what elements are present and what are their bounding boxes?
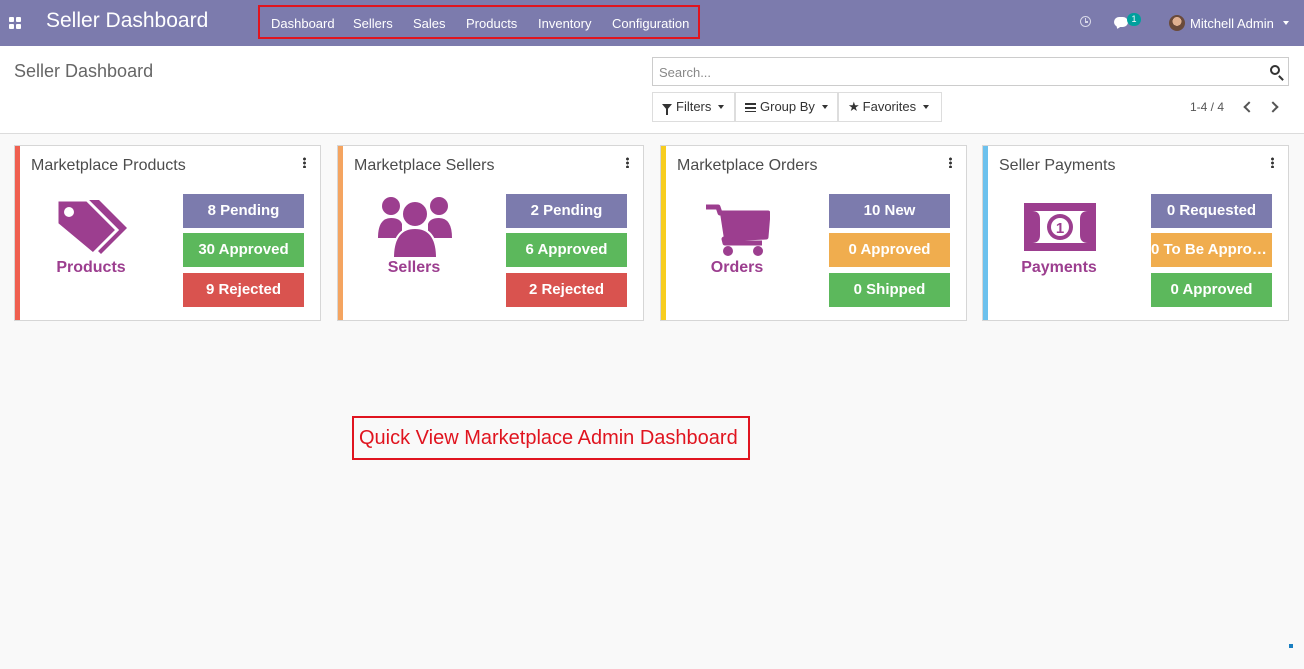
card-seller-payments: Seller Payments 1 Payments 0 Requested 0… xyxy=(982,145,1289,321)
avatar[interactable] xyxy=(1169,15,1185,31)
svg-text:1: 1 xyxy=(1056,220,1064,237)
stat-orders-approved[interactable]: 0 Approved xyxy=(829,233,950,267)
card-title: Marketplace Products xyxy=(31,157,186,174)
caret-down-icon xyxy=(923,105,930,109)
stat-products-rejected[interactable]: 9 Rejected xyxy=(183,273,304,307)
card-marketplace-products: Marketplace Products Products 8 Pending … xyxy=(14,145,321,321)
search-icon[interactable] xyxy=(1270,65,1280,75)
stat-payments-requested[interactable]: 0 Requested xyxy=(1151,194,1272,228)
menu-configuration[interactable]: Configuration xyxy=(612,16,689,31)
card-title: Marketplace Orders xyxy=(677,157,818,174)
menu-products[interactable]: Products xyxy=(466,16,517,31)
card-accent-bar xyxy=(661,146,666,320)
group-by-button[interactable]: Group By xyxy=(735,92,838,122)
menu-dashboard[interactable]: Dashboard xyxy=(271,16,335,31)
breadcrumb: Seller Dashboard xyxy=(14,61,154,81)
pager-value[interactable]: 1-4 / 4 xyxy=(1190,100,1224,114)
payments-link[interactable]: Payments xyxy=(1004,259,1114,277)
stat-payments-to-be-approved[interactable]: 0 To Be Approved xyxy=(1151,233,1272,267)
search-input[interactable] xyxy=(657,58,1261,87)
caret-down-icon xyxy=(821,105,828,109)
card-title: Marketplace Sellers xyxy=(354,157,495,174)
favorites-button[interactable]: ★ Favorites xyxy=(838,92,942,122)
products-link[interactable]: Products xyxy=(36,259,146,277)
stat-orders-new[interactable]: 10 New xyxy=(829,194,950,228)
chevron-left-icon[interactable] xyxy=(1241,100,1255,114)
card-title: Seller Payments xyxy=(999,157,1116,174)
card-accent-bar xyxy=(983,146,988,320)
card-marketplace-sellers: Marketplace Sellers Sellers 2 Pending 6 … xyxy=(337,145,644,321)
menu-sellers[interactable]: Sellers xyxy=(353,16,393,31)
stat-sellers-approved[interactable]: 6 Approved xyxy=(506,233,627,267)
card-accent-bar xyxy=(338,146,343,320)
money-icon[interactable]: 1 xyxy=(1024,203,1096,251)
kebab-menu-icon[interactable] xyxy=(949,157,952,168)
app-title[interactable]: Seller Dashboard xyxy=(46,9,208,33)
search-bar[interactable] xyxy=(652,57,1289,87)
kebab-menu-icon[interactable] xyxy=(1271,157,1274,168)
sellers-link[interactable]: Sellers xyxy=(359,259,469,277)
stat-sellers-rejected[interactable]: 2 Rejected xyxy=(506,273,627,307)
user-menu[interactable]: Mitchell Admin xyxy=(1190,16,1274,31)
chat-icon[interactable] xyxy=(1114,17,1128,27)
chevron-right-icon[interactable] xyxy=(1268,100,1282,114)
menu-inventory[interactable]: Inventory xyxy=(538,16,591,31)
stat-payments-approved[interactable]: 0 Approved xyxy=(1151,273,1272,307)
shopping-cart-icon[interactable] xyxy=(706,203,770,257)
card-accent-bar xyxy=(15,146,20,320)
caret-down-icon[interactable] xyxy=(1283,21,1289,25)
stat-orders-shipped[interactable]: 0 Shipped xyxy=(829,273,950,307)
group-by-label: Group By xyxy=(760,99,815,114)
stat-products-pending[interactable]: 8 Pending xyxy=(183,194,304,228)
top-navbar: Seller Dashboard Dashboard Sellers Sales… xyxy=(0,0,1304,46)
kebab-menu-icon[interactable] xyxy=(626,157,629,168)
stat-products-approved[interactable]: 30 Approved xyxy=(183,233,304,267)
chat-badge: 1 xyxy=(1127,13,1141,26)
control-panel: Seller Dashboard Filters Group By ★Favor… xyxy=(0,46,1304,134)
filter-icon xyxy=(662,104,672,115)
corner-marker xyxy=(1289,644,1293,648)
stat-sellers-pending[interactable]: 2 Pending xyxy=(506,194,627,228)
favorites-label: Favorites xyxy=(862,99,917,114)
star-icon: ★ xyxy=(848,99,860,114)
apps-grid-icon[interactable] xyxy=(9,17,21,29)
kebab-menu-icon[interactable] xyxy=(303,157,306,168)
filters-button[interactable]: Filters xyxy=(652,92,735,122)
caret-down-icon xyxy=(718,105,725,109)
list-icon xyxy=(745,103,756,112)
card-marketplace-orders: Marketplace Orders Orders 10 New 0 Appro… xyxy=(660,145,967,321)
menu-sales[interactable]: Sales xyxy=(413,16,446,31)
users-icon[interactable] xyxy=(378,194,452,260)
orders-link[interactable]: Orders xyxy=(682,259,792,277)
clock-icon[interactable] xyxy=(1080,16,1091,27)
tags-icon[interactable] xyxy=(55,198,129,256)
filters-label: Filters xyxy=(676,99,712,114)
annotation-callout: Quick View Marketplace Admin Dashboard xyxy=(352,416,750,460)
